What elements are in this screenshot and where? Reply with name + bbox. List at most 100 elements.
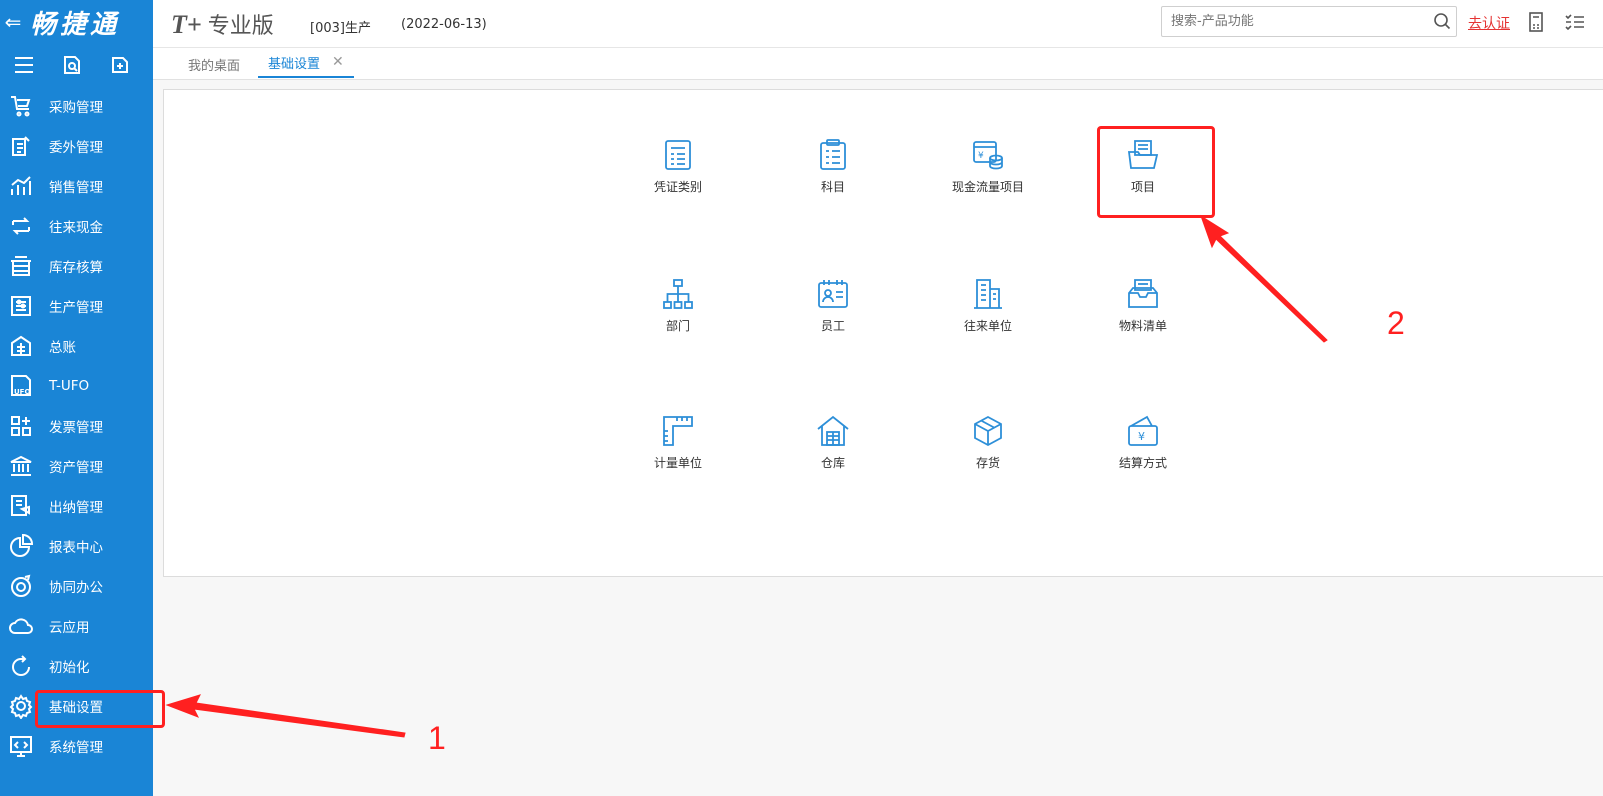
grid-item-bom[interactable]: 物料清单 — [1083, 277, 1203, 334]
refresh-icon — [12, 655, 30, 676]
grid-item-warehouse[interactable]: 仓库 — [773, 414, 893, 471]
tab-basic-settings[interactable]: 基础设置 ✕ — [258, 48, 354, 78]
logo-edition: 专业版 — [207, 14, 274, 39]
sidebar-item-collab[interactable]: 协同办公 — [0, 566, 153, 606]
highlight-box-project — [1097, 126, 1215, 218]
sidebar-item-invoice[interactable]: 发票管理 — [0, 406, 153, 446]
grid-item-label: 现金流量项目 — [951, 180, 1024, 194]
sidebar-item-label: 云应用 — [49, 620, 90, 636]
sidebar-item-system[interactable]: 系统管理 — [0, 726, 153, 766]
pie-chart-icon — [10, 533, 34, 557]
sidebar-item-purchase[interactable]: 采购管理 — [0, 86, 153, 126]
sidebar-item-sales[interactable]: 销售管理 — [0, 166, 153, 206]
close-icon[interactable]: ✕ — [332, 54, 344, 70]
payment-icon: ¥ — [1128, 415, 1158, 446]
svg-text:¥: ¥ — [1138, 430, 1145, 443]
sidebar-item-outsource[interactable]: 委外管理 — [0, 126, 153, 166]
new-doc-icon[interactable] — [96, 55, 144, 75]
brand-name: 畅捷通 — [30, 9, 121, 40]
box-icon — [974, 415, 1002, 447]
warehouse-icon — [817, 415, 849, 446]
top-header: T+ 专业版 [003]生产 (2022-06-13) 去认证 — [153, 0, 1603, 48]
grid-item-partner[interactable]: 往来单位 — [928, 277, 1048, 334]
org-chart-icon — [663, 279, 693, 309]
company-name: [003]生产 — [310, 21, 371, 36]
certify-link[interactable]: 去认证 — [1468, 13, 1510, 33]
cart-icon — [11, 96, 31, 117]
sidebar-item-inventory[interactable]: 库存核算 — [0, 246, 153, 286]
step-number-2: 2 — [1387, 305, 1405, 341]
grid-item-settlement[interactable]: ¥ 结算方式 — [1083, 414, 1203, 471]
employee-card-icon — [818, 280, 848, 308]
sidebar-item-label: 资产管理 — [49, 460, 103, 476]
sidebar-item-cloud[interactable]: 云应用 — [0, 606, 153, 646]
sidebar-item-label: 采购管理 — [49, 100, 103, 116]
sidebar-item-label: 报表中心 — [49, 540, 103, 556]
step-number-1: 1 — [428, 720, 446, 756]
sidebar-item-label: 生产管理 — [49, 300, 103, 316]
grid-item-label: 存货 — [975, 456, 1000, 470]
grid-item-department[interactable]: 部门 — [618, 277, 738, 334]
tab-bar: 我的桌面 基础设置 ✕ — [153, 48, 1603, 80]
grid-item-label: 仓库 — [820, 456, 845, 470]
sidebar-item-label: 初始化 — [49, 660, 90, 676]
sidebar-item-label: T-UFO — [49, 378, 90, 394]
bank-icon — [10, 455, 32, 476]
grid-item-stock[interactable]: 存货 — [928, 414, 1048, 471]
product-logo: T+ 专业版 — [171, 8, 274, 40]
grid-item-employee[interactable]: 员工 — [773, 277, 893, 334]
tab-my-desktop[interactable]: 我的桌面 — [188, 48, 240, 80]
sidebar-item-tufo[interactable]: UFO T-UFO — [0, 366, 153, 406]
cashier-icon — [11, 495, 30, 516]
invoice-icon — [11, 416, 31, 436]
sidebar-item-label: 委外管理 — [49, 140, 103, 156]
cashflow-icon: ¥ — [973, 141, 1003, 170]
grid-item-label: 结算方式 — [1118, 456, 1167, 470]
svg-text:¥: ¥ — [978, 151, 984, 161]
collab-icon — [11, 574, 31, 597]
grid-item-label: 往来单位 — [963, 319, 1012, 333]
ledger-icon — [11, 335, 31, 356]
sidebar-item-label: 协同办公 — [49, 580, 103, 596]
sales-chart-icon — [11, 176, 31, 195]
sidebar-item-cashier[interactable]: 出纳管理 — [0, 486, 153, 526]
sidebar-item-reports[interactable]: 报表中心 — [0, 526, 153, 566]
tab-label: 我的桌面 — [188, 58, 241, 74]
inventory-icon — [11, 256, 31, 276]
grid-item-label: 计量单位 — [653, 456, 702, 470]
task-list-icon[interactable] — [1564, 11, 1586, 37]
sidebar-item-label: 出纳管理 — [49, 500, 103, 516]
logo-mark: T+ — [171, 10, 202, 39]
cloud-icon — [9, 618, 33, 634]
sidebar-item-label: 总账 — [49, 340, 76, 356]
sidebar: ⇐ 畅捷通 采购管理 委外管理 销售管理 往来现金 库存核算 生产管理 总账 U… — [0, 0, 153, 796]
search-input[interactable] — [1162, 7, 1422, 36]
exchange-icon — [12, 217, 30, 235]
sidebar-item-label: 系统管理 — [49, 740, 103, 756]
search-doc-icon[interactable] — [48, 55, 96, 75]
grid-item-unit[interactable]: 计量单位 — [618, 414, 738, 471]
sidebar-item-init[interactable]: 初始化 — [0, 646, 153, 686]
hamburger-menu-icon[interactable] — [0, 56, 48, 74]
search-icon[interactable] — [1433, 12, 1451, 34]
grid-item-subject[interactable]: 科目 — [773, 138, 893, 195]
back-arrow-icon[interactable]: ⇐ — [2, 10, 24, 34]
highlight-box-basic-settings — [35, 690, 165, 728]
search-box — [1161, 6, 1457, 37]
outsource-icon — [12, 136, 30, 156]
brand: ⇐ 畅捷通 — [0, 0, 153, 44]
sidebar-item-label: 库存核算 — [49, 260, 103, 276]
sidebar-item-ledger[interactable]: 总账 — [0, 326, 153, 366]
grid-item-label: 科目 — [820, 180, 845, 194]
calculator-icon[interactable] — [1526, 11, 1546, 37]
sidebar-item-label: 发票管理 — [49, 420, 103, 436]
sidebar-item-cash[interactable]: 往来现金 — [0, 206, 153, 246]
svg-text:UFO: UFO — [14, 388, 30, 396]
tab-label: 基础设置 — [268, 56, 321, 72]
grid-item-cashflow[interactable]: ¥ 现金流量项目 — [928, 138, 1048, 195]
sidebar-tools — [0, 44, 153, 86]
subject-icon — [820, 139, 846, 170]
grid-item-voucher-type[interactable]: 凭证类别 — [618, 138, 738, 195]
sidebar-item-production[interactable]: 生产管理 — [0, 286, 153, 326]
sidebar-item-assets[interactable]: 资产管理 — [0, 446, 153, 486]
